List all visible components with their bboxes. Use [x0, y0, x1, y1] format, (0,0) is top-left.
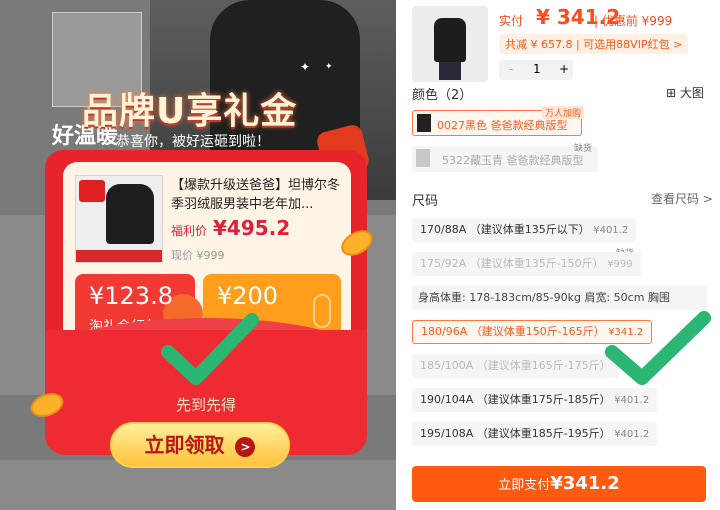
size-label: 180/96A （建议体重150斤-165斤） — [421, 325, 605, 338]
size-label: 190/104A （建议体重175斤-185斤） — [420, 393, 611, 406]
first-come-text: 先到先得 — [175, 396, 236, 414]
coat-icon — [106, 184, 154, 244]
claim-button[interactable]: 立即领取 > — [110, 422, 290, 468]
popup-subtitle: 恭喜你，被好运砸到啦！ — [116, 134, 270, 150]
view-mode-label: 大图 — [679, 86, 704, 100]
size-option[interactable]: 190/104A （建议体重175斤-185斤） ¥401.2 — [412, 388, 658, 412]
color-thumb — [416, 149, 430, 167]
coat-icon — [434, 18, 466, 62]
size-price: ¥401.2 — [614, 395, 650, 406]
size-chart-link[interactable]: 查看尺码 > — [651, 190, 713, 207]
color-option-jade[interactable]: 5322藏玉青 爸爸款经典版型 — [412, 146, 598, 172]
quantity-stepper: - 1 + — [499, 60, 573, 80]
pay-now-button[interactable]: 立即支付¥341.2 — [412, 466, 706, 502]
size-price: ¥401.2 — [614, 429, 650, 440]
checkmark-icon — [605, 311, 711, 385]
price-value: ¥495.2 — [213, 216, 291, 240]
discount-summary[interactable]: 共减 ¥ 657.8 | 可选用88VIP红包 > — [499, 34, 689, 54]
claim-button-label: 立即领取 — [144, 433, 225, 457]
original-price: 现价 ¥999 — [171, 249, 225, 262]
size-option[interactable]: 175/92A （建议体重135斤-150斤） ¥999 — [412, 252, 641, 276]
brand-badge — [79, 180, 105, 202]
size-option[interactable]: 170/88A （建议体重135斤以下） ¥401.2 — [412, 218, 637, 242]
increase-button[interactable]: + — [559, 62, 569, 76]
arrow-right-icon: > — [235, 436, 256, 457]
pay-amount: ¥341.2 — [550, 473, 620, 494]
product-image — [75, 175, 163, 263]
left-screenshot: 好温暖 ✦ ✦ ✦ 品牌U享礼金 恭喜你，被好运砸到啦！ 【爆款升级送爸爸】坦博… — [0, 0, 396, 510]
coupon-amount: ¥123.8 — [89, 282, 173, 310]
size-option[interactable]: 195/108A （建议体重185斤-195斤） ¥401.2 — [412, 422, 658, 446]
product-thumbnail — [412, 6, 488, 82]
size-label: 170/88A （建议体重135斤以下） — [420, 223, 590, 236]
color-option-label: 5322藏玉青 爸爸款经典版型 — [442, 154, 584, 167]
coupon-amount: ¥200 — [217, 282, 279, 310]
hot-tag: 万人加购 — [542, 106, 585, 119]
out-of-stock-tag: 缺货 — [574, 144, 593, 154]
sparkle-icon: ✦ — [325, 62, 333, 72]
paid-label: 实付 — [499, 14, 524, 28]
ticket-notch-icon — [313, 294, 331, 328]
color-section-title: 颜色（2） — [412, 88, 473, 103]
before-discount: | 优惠前 ¥999 — [594, 14, 673, 28]
right-screenshot: 实付 ¥ 341.2 | 优惠前 ¥999 共减 ¥ 657.8 | 可选用88… — [404, 0, 720, 510]
size-section-title: 尺码 — [412, 194, 439, 209]
color-thumb — [417, 114, 431, 132]
body-info-text: 身高体重: 178-183cm/85-90kg 肩宽: 50cm 胸围 — [418, 291, 670, 304]
size-label: 185/100A （建议体重165斤-175斤） — [420, 359, 611, 372]
color-option-label: 0027黑色 爸爸款经典版型 — [437, 119, 568, 132]
decrease-button[interactable]: - — [509, 62, 513, 76]
image-footer — [76, 250, 162, 262]
quantity-value: 1 — [533, 62, 541, 76]
product-title: 【爆款升级送爸爸】坦博尔冬季羽绒服男装中老年加... — [171, 178, 341, 212]
size-price: ¥999 — [607, 259, 633, 270]
checkmark-icon — [161, 313, 259, 385]
sparkle-icon: ✦ — [300, 60, 311, 74]
legs-shape — [439, 62, 461, 80]
pay-label: 立即支付 — [498, 478, 551, 493]
size-label: 195/108A （建议体重185斤-195斤） — [420, 427, 611, 440]
price-label: 福利价 — [171, 224, 208, 238]
size-option[interactable]: 185/100A （建议体重165斤-175斤） — [412, 354, 619, 378]
view-mode-toggle[interactable]: ⊞ 大图 — [666, 84, 704, 101]
size-price: ¥401.2 — [593, 225, 629, 236]
popup-title: 品牌U享礼金 — [82, 91, 298, 132]
size-label: 175/92A （建议体重135斤-150斤） — [420, 257, 604, 270]
body-measurement-info: 身高体重: 178-183cm/85-90kg 肩宽: 50cm 胸围 — [412, 286, 707, 310]
